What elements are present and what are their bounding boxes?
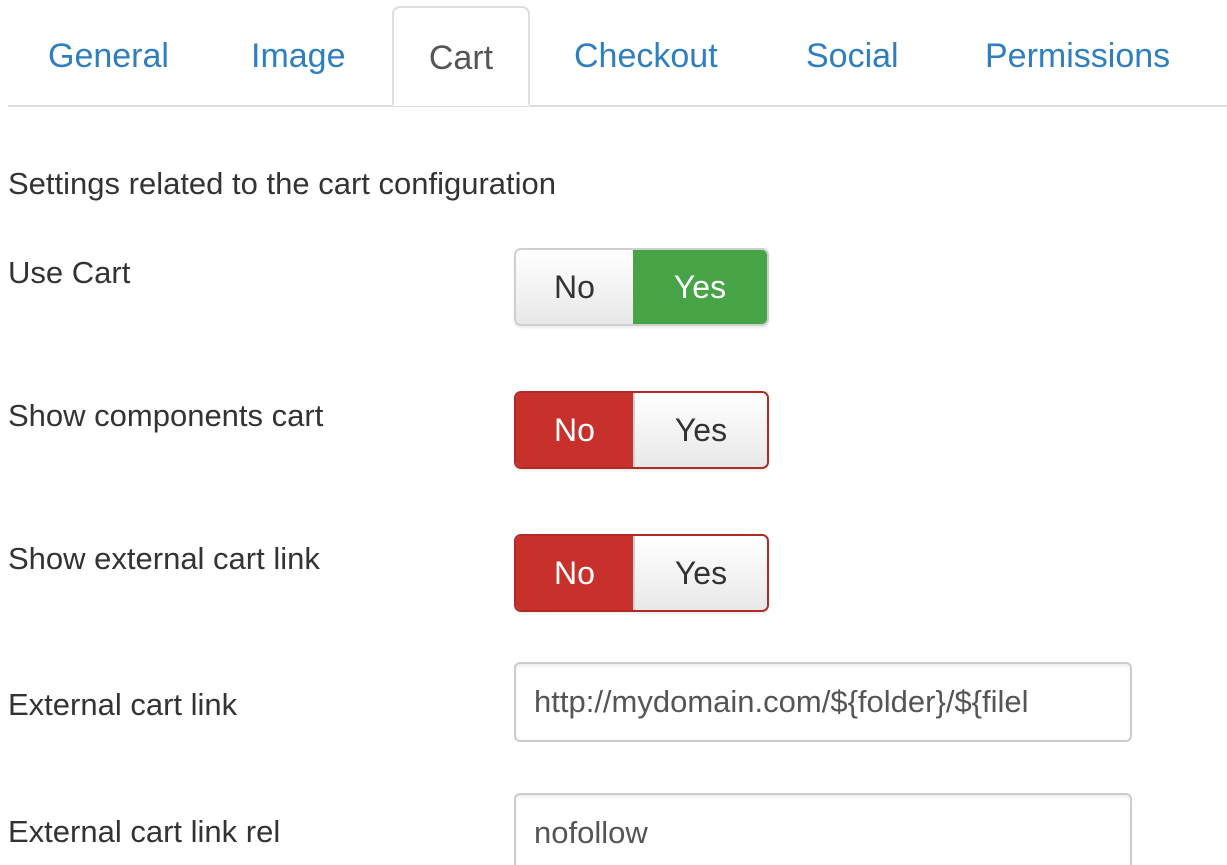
- tab-permissions[interactable]: Permissions: [985, 33, 1170, 79]
- tab-cart[interactable]: Cart: [392, 6, 530, 106]
- show-components-cart-label: Show components cart: [8, 398, 324, 433]
- settings-tabs: General Image Cart Checkout Social Permi…: [0, 0, 1227, 107]
- tab-image[interactable]: Image: [251, 33, 346, 79]
- external-cart-link-rel-label: External cart link rel: [8, 814, 281, 849]
- show-components-cart-toggle: No Yes: [514, 391, 769, 469]
- show-external-cart-link-no-button[interactable]: No: [516, 536, 633, 610]
- show-components-cart-no-button[interactable]: No: [516, 393, 633, 467]
- section-description: Settings related to the cart configurati…: [8, 166, 556, 201]
- cart-settings-page: General Image Cart Checkout Social Permi…: [0, 0, 1227, 865]
- show-external-cart-link-label: Show external cart link: [8, 541, 320, 576]
- tabs-divider: [8, 105, 1227, 107]
- external-cart-link-label: External cart link: [8, 687, 238, 722]
- external-cart-link-rel-input[interactable]: [514, 793, 1132, 865]
- tab-general[interactable]: General: [48, 33, 169, 79]
- tab-cart-label: Cart: [428, 39, 494, 77]
- show-external-cart-link-yes-button[interactable]: Yes: [633, 536, 767, 610]
- use-cart-label: Use Cart: [8, 255, 131, 290]
- tab-social[interactable]: Social: [806, 33, 899, 79]
- use-cart-toggle: No Yes: [514, 248, 769, 326]
- external-cart-link-input[interactable]: [514, 662, 1132, 742]
- use-cart-yes-button[interactable]: Yes: [633, 250, 767, 324]
- use-cart-no-button[interactable]: No: [516, 250, 633, 324]
- tab-checkout[interactable]: Checkout: [574, 33, 718, 79]
- show-components-cart-yes-button[interactable]: Yes: [633, 393, 767, 467]
- show-external-cart-link-toggle: No Yes: [514, 534, 769, 612]
